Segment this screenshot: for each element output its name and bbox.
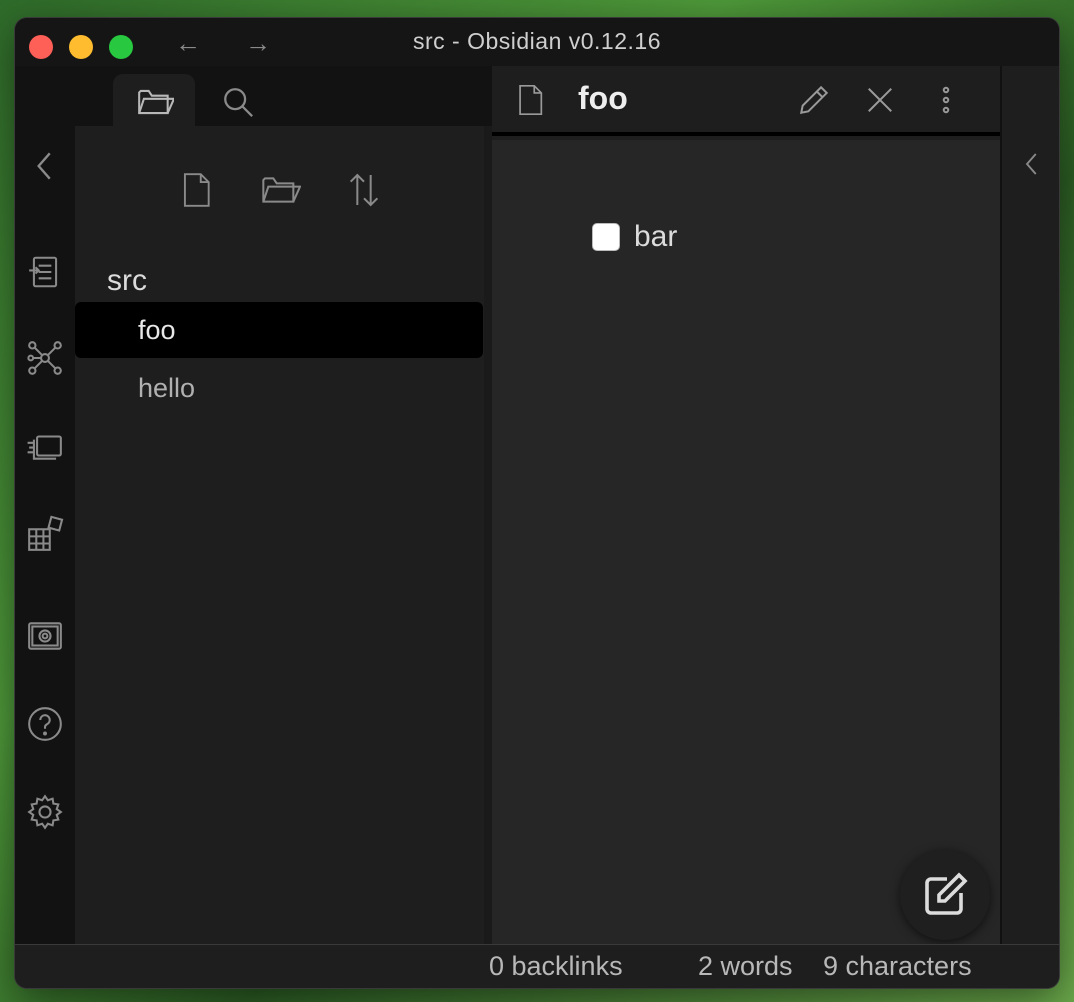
new-folder-icon[interactable]: [258, 168, 302, 212]
compose-icon: [925, 872, 968, 915]
character-count: 9 characters: [823, 951, 972, 981]
more-options-icon[interactable]: [924, 78, 968, 122]
close-icon[interactable]: [858, 78, 902, 122]
sidebar-tab-header: [75, 66, 492, 126]
editor-title[interactable]: foo: [578, 80, 628, 117]
window-title: src - Obsidian v0.12.16: [412, 28, 661, 54]
edit-pencil-icon[interactable]: [792, 78, 836, 122]
new-note-icon[interactable]: [174, 168, 218, 212]
right-sidebar-rail: [1000, 66, 1059, 944]
expand-right-sidebar-icon[interactable]: [1012, 142, 1052, 186]
file-icon: [508, 78, 552, 122]
backlinks-count[interactable]: 0 backlinks: [489, 951, 623, 982]
settings-icon[interactable]: [23, 790, 67, 834]
sidebar-resize-handle[interactable]: [484, 126, 492, 944]
explorer-actions: [75, 168, 492, 218]
task-label: bar: [634, 220, 678, 253]
slides-icon[interactable]: [23, 424, 67, 468]
file-explorer: src foo hello: [75, 126, 492, 944]
folder-icon[interactable]: [133, 80, 177, 124]
community-plugins-icon[interactable]: [23, 512, 67, 556]
file-item-hello[interactable]: hello: [75, 360, 483, 416]
task-item: bar: [592, 220, 677, 254]
titlebar: ← → src - Obsidian v0.12.16: [15, 18, 1059, 66]
folder-src[interactable]: src: [107, 264, 147, 298]
word-count: 2 words: [698, 951, 793, 981]
help-icon[interactable]: [23, 702, 67, 746]
editor-pane[interactable]: bar: [492, 140, 1000, 944]
graph-view-icon[interactable]: [23, 336, 67, 380]
task-checkbox[interactable]: [592, 223, 620, 251]
editor-header: foo: [492, 66, 1000, 136]
open-vault-icon[interactable]: [23, 614, 67, 658]
search-icon[interactable]: [216, 80, 260, 124]
new-note-button[interactable]: [900, 850, 990, 940]
status-bar: 0 backlinks 2 words 9 characters: [15, 944, 1059, 988]
file-item-foo[interactable]: foo: [75, 302, 483, 358]
open-quick-switcher-icon[interactable]: [23, 250, 67, 294]
obsidian-window: ← → src - Obsidian v0.12.16 src foo hell…: [15, 18, 1059, 988]
left-ribbon: [15, 66, 75, 944]
sort-icon[interactable]: [342, 168, 386, 212]
collapse-sidebar-icon[interactable]: [23, 144, 67, 188]
